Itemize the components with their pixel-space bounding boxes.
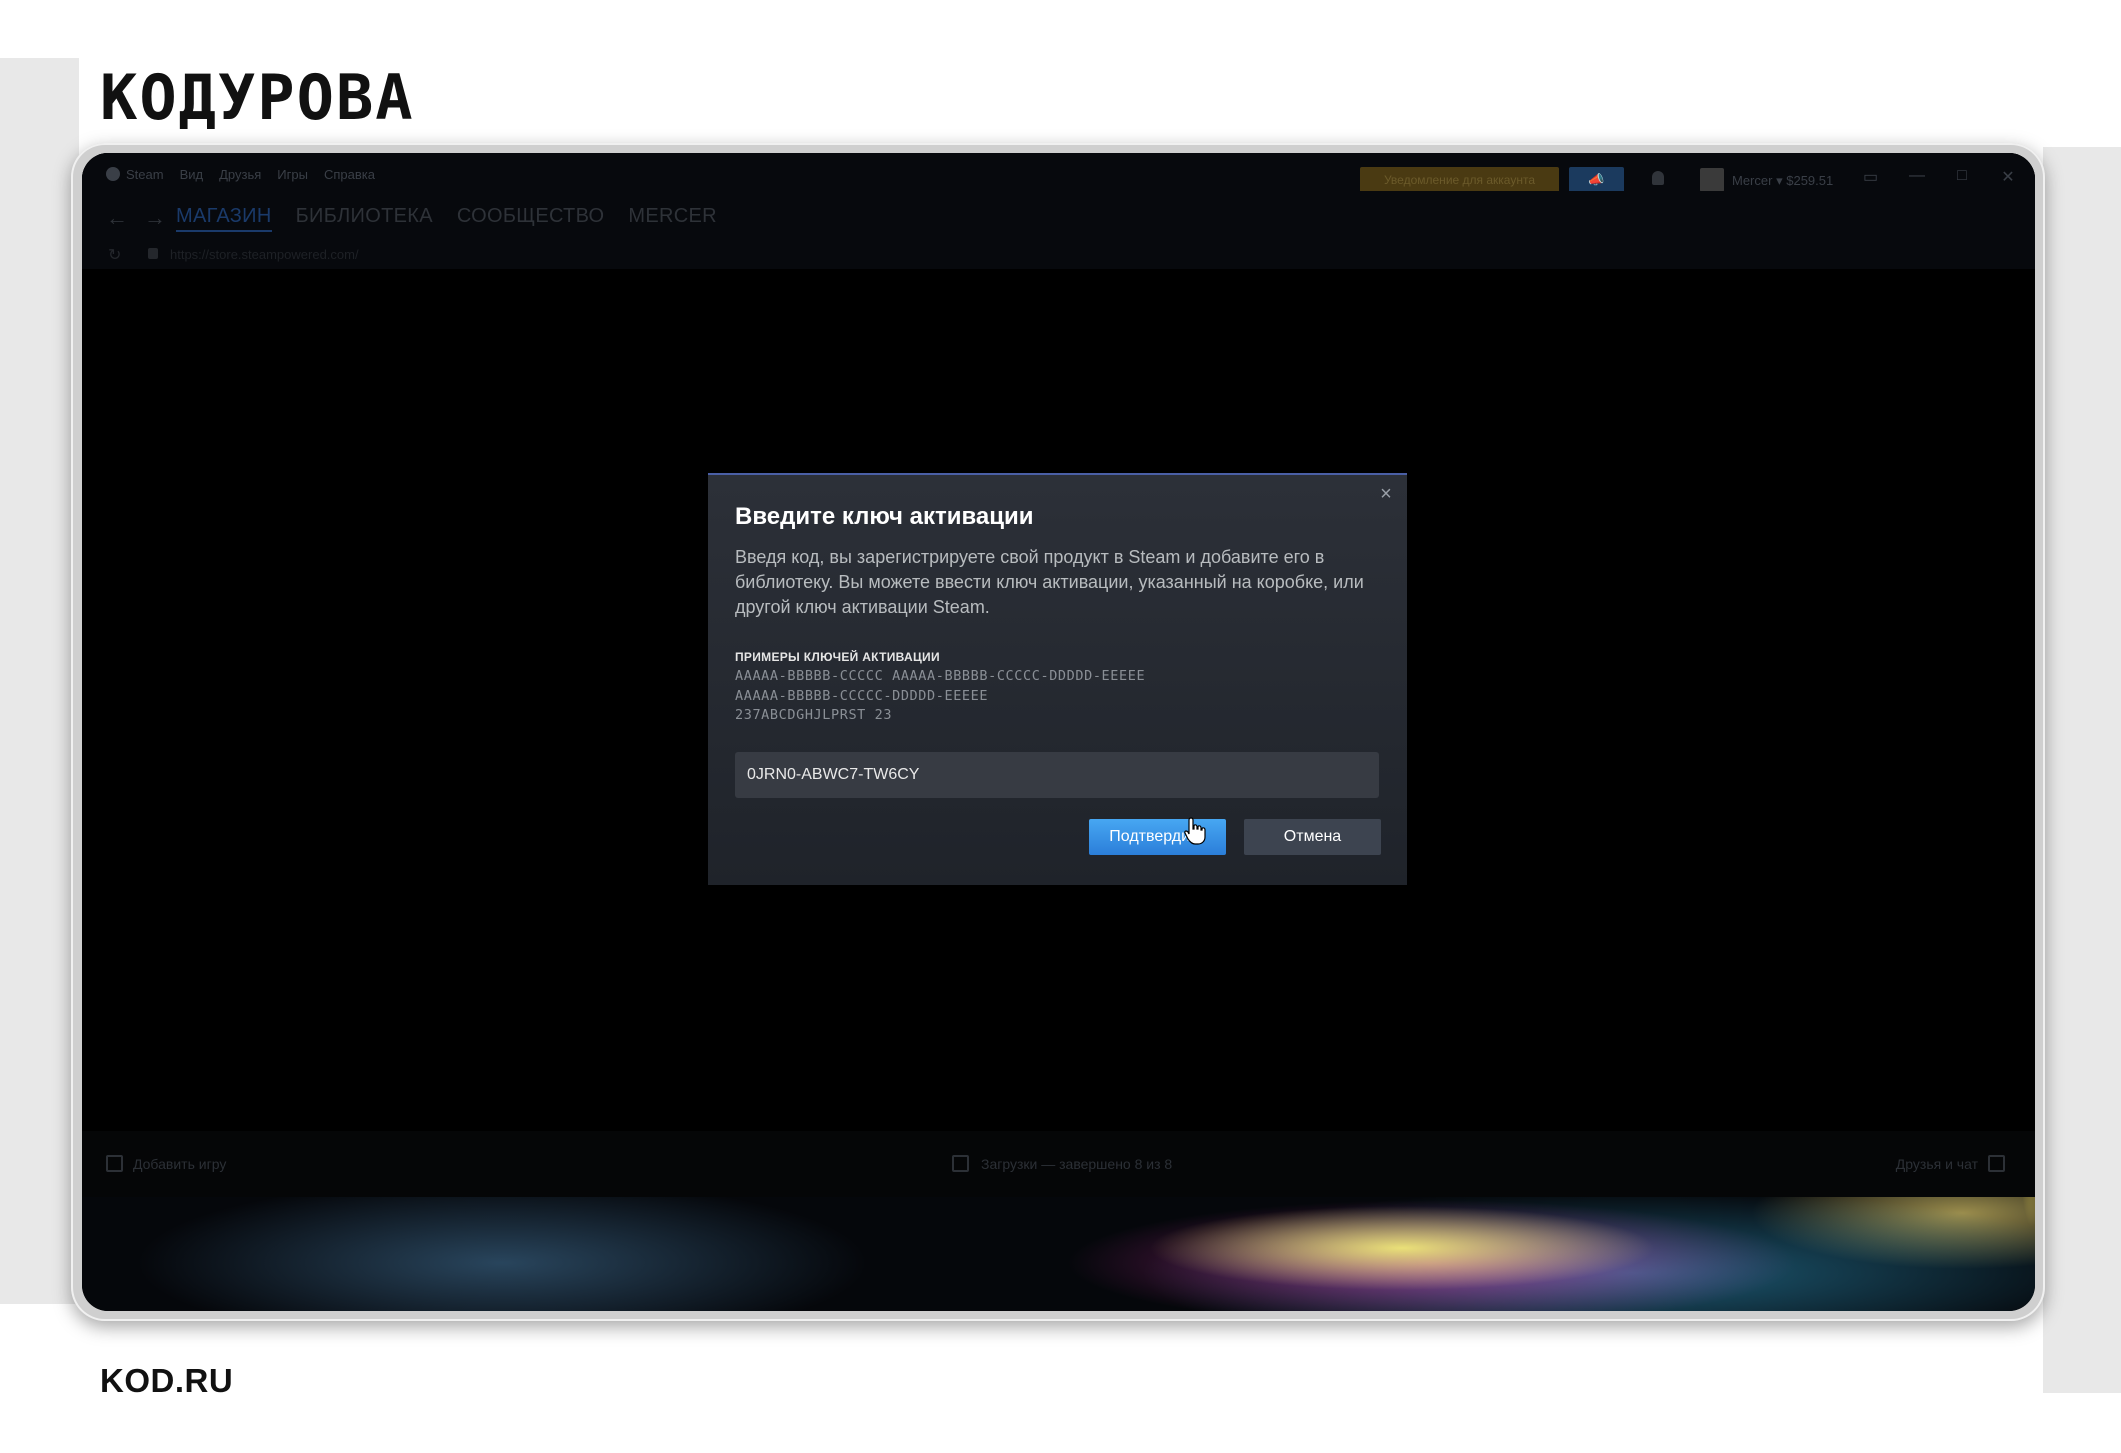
examples-title: ПРИМЕРЫ КЛЮЧЕЙ АКТИВАЦИИ: [735, 650, 940, 664]
account-name: Mercer: [1732, 173, 1773, 188]
back-arrow-icon[interactable]: ←: [106, 205, 128, 231]
navbar: ← → МАГАЗИН БИБЛИОТЕКА СООБЩЕСТВО MERCER: [82, 191, 2035, 241]
download-icon: [952, 1155, 969, 1172]
activation-dialog: × Введите ключ активации Введя код, вы з…: [708, 473, 1407, 885]
titlebar-menu: Steam Вид Друзья Игры Справка: [106, 167, 375, 182]
reload-icon[interactable]: ↻: [108, 245, 121, 265]
example-key: AAAAA-BBBBB-CCCCC AAAAA-BBBBB-CCCCC-DDDD…: [735, 668, 1146, 684]
maximize-icon[interactable]: □: [1955, 167, 1969, 187]
downloads-label: Загрузки — завершено 8 из 8: [981, 1155, 1173, 1172]
menu-games[interactable]: Игры: [277, 167, 308, 182]
megaphone-icon: 📣: [1588, 172, 1605, 187]
hand-cursor-icon: [1184, 817, 1206, 845]
example-key: AAAAA-BBBBB-CCCCC-DDDDD-EEEEE: [735, 687, 989, 704]
nav-arrows: ← →: [106, 205, 166, 231]
device-frame: Steam Вид Друзья Игры Справка Уведомлени…: [71, 143, 2045, 1321]
menu-steam[interactable]: Steam: [106, 167, 164, 182]
tab-store[interactable]: МАГАЗИН: [176, 205, 272, 232]
examples-list: AAAAA-BBBBB-CCCCC AAAAA-BBBBB-CCCCC-DDDD…: [735, 667, 1145, 726]
close-icon[interactable]: ×: [1375, 483, 1397, 505]
friends-chat-label: Друзья и чат: [1895, 1155, 1978, 1172]
titlebar: Steam Вид Друзья Игры Справка Уведомлени…: [82, 153, 2035, 193]
bell-icon[interactable]: [1652, 171, 1664, 185]
downloads-status[interactable]: Загрузки — завершено 8 из 8: [952, 1155, 1172, 1172]
status-bar: Добавить игру Загрузки — завершено 8 из …: [82, 1131, 2035, 1197]
dialog-title: Введите ключ активации: [735, 503, 1034, 530]
page-background-right: [2043, 147, 2121, 1393]
chevron-down-icon: ▾: [1776, 173, 1783, 188]
url-bar: ↻ https://store.steampowered.com/: [82, 241, 2035, 269]
dialog-description: Введя код, вы зарегистрируете свой проду…: [735, 547, 1364, 617]
lock-icon: [148, 248, 158, 259]
tab-profile[interactable]: MERCER: [628, 205, 716, 232]
example-key: 237ABCDGHJLPRST 23: [735, 707, 893, 723]
chat-icon: [1988, 1155, 2005, 1172]
account-menu[interactable]: Mercer ▾ $259.51: [1732, 173, 1833, 189]
add-game-button[interactable]: Добавить игру: [106, 1155, 226, 1172]
cancel-button[interactable]: Отмена: [1244, 819, 1381, 855]
steam-logo-icon: [106, 167, 120, 181]
brand-logo: KOДУPOBA: [100, 61, 415, 134]
screen: Steam Вид Друзья Игры Справка Уведомлени…: [82, 153, 2035, 1311]
menu-view[interactable]: Вид: [180, 167, 204, 182]
window-controls: ▭ — □ ✕: [1863, 167, 2015, 187]
url-text[interactable]: https://store.steampowered.com/: [170, 247, 359, 262]
menu-help[interactable]: Справка: [324, 167, 375, 182]
friends-chat-button[interactable]: Друзья и чат: [1896, 1155, 2005, 1172]
tab-community[interactable]: СООБЩЕСТВО: [457, 205, 605, 232]
forward-arrow-icon[interactable]: →: [144, 205, 166, 231]
close-window-icon[interactable]: ✕: [2001, 167, 2015, 187]
announcements-button[interactable]: 📣: [1569, 167, 1624, 193]
menu-friends[interactable]: Друзья: [219, 167, 261, 182]
account-notification-button[interactable]: Уведомление для аккаунта: [1360, 167, 1559, 193]
page-background-left: [0, 58, 79, 1304]
add-game-label: Добавить игру: [133, 1155, 227, 1172]
minimize-icon[interactable]: —: [1909, 167, 1925, 187]
nav-tabs: МАГАЗИН БИБЛИОТЕКА СООБЩЕСТВО MERCER: [176, 205, 717, 232]
activation-key-input[interactable]: [735, 752, 1379, 798]
menu-steam-label: Steam: [126, 167, 164, 182]
plus-icon: [106, 1155, 123, 1172]
tab-library[interactable]: БИБЛИОТЕКА: [296, 205, 433, 232]
big-picture-icon[interactable]: ▭: [1863, 167, 1878, 187]
footer-site: KOD.RU: [100, 1362, 234, 1399]
avatar[interactable]: [1700, 168, 1724, 192]
account-balance: $259.51: [1786, 173, 1834, 188]
